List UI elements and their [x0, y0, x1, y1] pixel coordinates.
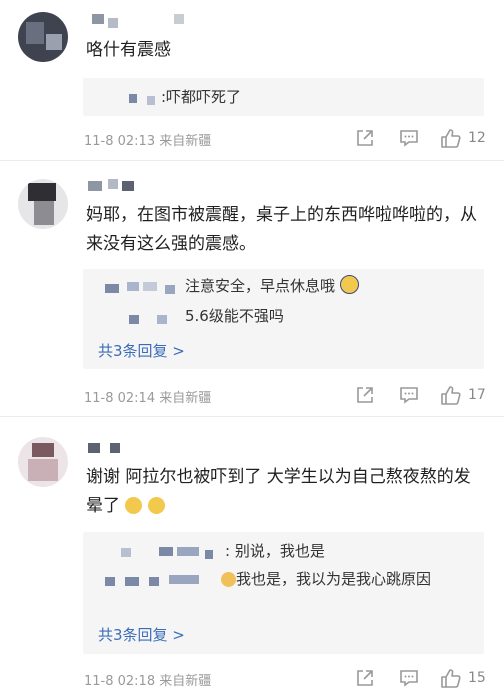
like-count: 12	[468, 130, 486, 146]
thumbs-up-icon[interactable]	[440, 667, 464, 689]
reply-username-masked	[103, 279, 185, 295]
comment-time: 11-8 02:14	[84, 391, 156, 406]
reply-username-masked	[103, 309, 185, 325]
comment-footer: 11-8 02:13 来自新疆 12	[84, 127, 486, 149]
reply-item[interactable]: : 别说，我也是	[121, 540, 474, 562]
reply-text: 5.6级能不强吗	[185, 307, 284, 325]
avatar[interactable]	[18, 437, 68, 487]
reply-item[interactable]: 5.6级能不强吗	[103, 305, 474, 327]
comment-meta: 11-8 02:13 来自新疆	[84, 130, 211, 149]
share-icon[interactable]	[354, 127, 378, 149]
thumbs-up-icon[interactable]	[440, 384, 464, 406]
reply-box[interactable]: :吓都吓死了	[83, 78, 484, 116]
cat-emoji-icon	[221, 572, 236, 587]
reply-item[interactable]: :吓都吓死了	[127, 86, 474, 108]
reply-text: :吓都吓死了	[161, 88, 242, 106]
reply-item[interactable]: 注意安全，早点休息哦	[103, 275, 474, 297]
comment-icon[interactable]	[398, 127, 422, 149]
reply-username-masked	[121, 544, 225, 560]
share-icon[interactable]	[354, 384, 378, 406]
username-masked[interactable]	[86, 179, 206, 193]
reply-text: : 别说，我也是	[225, 542, 325, 560]
like-count: 15	[468, 670, 486, 686]
comment-item: 咯什有震感 :吓都吓死了 11-8 02:13 来自新疆 12	[0, 0, 504, 161]
comment-time: 11-8 02:13	[84, 134, 156, 149]
reply-box[interactable]: 注意安全，早点休息哦 5.6级能不强吗 共3条回复 >	[83, 269, 484, 369]
comment-footer: 11-8 02:14 来自新疆 17	[84, 384, 486, 406]
reply-username-masked	[103, 572, 221, 588]
comment-icon[interactable]	[398, 384, 422, 406]
comment-text: 妈耶，在图市被震醒，桌子上的东西哗啦哗啦的，从来没有这么强的震感。	[86, 205, 477, 254]
avatar[interactable]	[18, 179, 68, 229]
comment-location: 来自新疆	[159, 134, 212, 149]
share-icon[interactable]	[354, 667, 378, 689]
view-more-replies-link[interactable]: 共3条回复 >	[98, 624, 185, 645]
comment-text: 咯什有震感	[86, 40, 171, 60]
crying-emoji-icon	[125, 497, 143, 514]
comment-icon[interactable]	[398, 667, 422, 689]
reply-item[interactable]: 我也是，我以为是我心跳原因	[103, 568, 474, 590]
comment-item: 妈耶，在图市被震醒，桌子上的东西哗啦哗啦的，从来没有这么强的震感。 注意安全，早…	[0, 161, 504, 417]
username-masked[interactable]	[86, 12, 196, 28]
comment-time: 11-8 02:18	[84, 674, 156, 689]
comment-location: 来自新疆	[159, 674, 212, 689]
username-masked[interactable]	[86, 441, 146, 455]
comment-footer: 11-8 02:18 来自新疆 15	[84, 667, 486, 689]
comment-meta: 11-8 02:18 来自新疆	[84, 670, 211, 689]
comment-text: 谢谢 阿拉尔也被吓到了 大学生以为自己熬夜熬的发晕了	[86, 463, 484, 521]
reply-text: 注意安全，早点休息哦	[185, 277, 336, 295]
reply-username-masked	[127, 90, 161, 106]
like-count: 17	[468, 387, 486, 403]
view-more-replies-link[interactable]: 共3条回复 >	[98, 340, 185, 361]
thumbs-up-icon[interactable]	[440, 127, 464, 149]
comment-item: 谢谢 阿拉尔也被吓到了 大学生以为自己熬夜熬的发晕了 : 别说，我也是 我也是，…	[0, 417, 504, 699]
comment-meta: 11-8 02:14 来自新疆	[84, 387, 211, 406]
reply-text: 我也是，我以为是我心跳原因	[236, 570, 432, 588]
reply-box[interactable]: : 别说，我也是 我也是，我以为是我心跳原因 共3条回复 >	[83, 532, 484, 654]
comment-text-content: 谢谢 阿拉尔也被吓到了 大学生以为自己熬夜熬的发晕了	[86, 467, 471, 516]
comment-location: 来自新疆	[159, 391, 212, 406]
avatar[interactable]	[18, 12, 68, 62]
crying-emoji-icon	[147, 497, 165, 514]
sleepy-emoji-icon	[339, 275, 359, 294]
